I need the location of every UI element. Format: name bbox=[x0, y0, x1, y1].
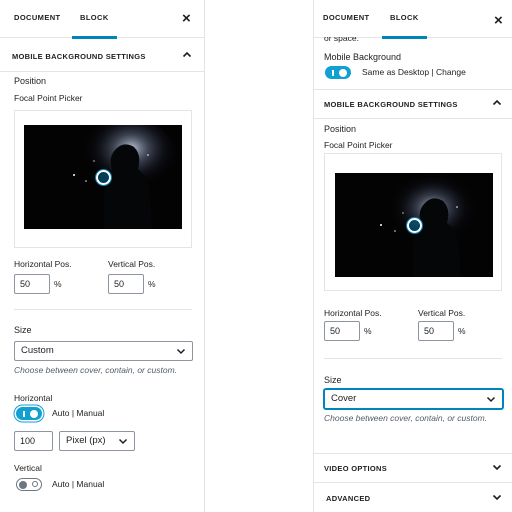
vertical-pos-input[interactable]: 50 bbox=[418, 321, 454, 341]
size-select[interactable]: Cover bbox=[324, 389, 503, 409]
size-help-text: Choose between cover, contain, or custom… bbox=[14, 365, 178, 375]
divider bbox=[14, 309, 192, 310]
horizontal-percent-unit: % bbox=[364, 326, 372, 336]
chevron-down-icon[interactable] bbox=[492, 492, 502, 502]
chevron-up-icon[interactable] bbox=[182, 50, 192, 60]
section-title: MOBILE BACKGROUND SETTINGS bbox=[324, 99, 458, 109]
close-icon[interactable]: × bbox=[494, 12, 503, 30]
vertical-pos-input[interactable]: 50 bbox=[108, 274, 144, 294]
unit-select-value: Pixel (px) bbox=[66, 435, 106, 446]
horizontal-size-input[interactable]: 100 bbox=[14, 431, 53, 451]
tab-document[interactable]: DOCUMENT bbox=[14, 0, 61, 38]
sidebar-tabs: DOCUMENT BLOCK × bbox=[314, 0, 512, 39]
toggle-on-indicator bbox=[23, 411, 25, 417]
chevron-down-icon bbox=[176, 346, 186, 356]
chevron-down-icon bbox=[486, 394, 496, 404]
horizontal-label: Horizontal bbox=[14, 393, 53, 403]
size-help-text: Choose between cover, contain, or custom… bbox=[324, 413, 488, 423]
tab-document[interactable]: DOCUMENT bbox=[323, 0, 370, 38]
toggle-knob bbox=[19, 480, 27, 489]
horizontal-percent-unit: % bbox=[54, 279, 62, 289]
focal-point-picker[interactable] bbox=[324, 153, 502, 291]
focal-point-handle[interactable] bbox=[406, 217, 422, 233]
toggle-knob bbox=[339, 69, 347, 77]
position-label: Position bbox=[324, 124, 357, 134]
toggle-off-indicator bbox=[32, 481, 38, 487]
toggle-on-indicator bbox=[332, 70, 334, 76]
horizontal-auto-manual-toggle[interactable] bbox=[16, 407, 42, 420]
size-label: Size bbox=[14, 325, 32, 335]
size-select-value: Cover bbox=[331, 393, 357, 404]
vertical-pos-label: Vertical Pos. bbox=[418, 308, 466, 318]
toggle-knob bbox=[30, 410, 38, 418]
position-label: Position bbox=[14, 76, 47, 86]
block-settings-panel-right: DOCUMENT BLOCK × or space. Mobile Backgr… bbox=[313, 0, 512, 512]
mobile-background-settings-header[interactable]: MOBILE BACKGROUND SETTINGS bbox=[0, 42, 204, 72]
tab-block[interactable]: BLOCK bbox=[72, 0, 117, 39]
mobile-background-label: Mobile Background bbox=[324, 52, 402, 62]
focal-point-picker-label: Focal Point Picker bbox=[14, 93, 83, 103]
focal-point-picker[interactable] bbox=[14, 110, 192, 248]
mobile-background-settings-header[interactable]: MOBILE BACKGROUND SETTINGS bbox=[314, 89, 512, 119]
horizontal-pos-label: Horizontal Pos. bbox=[324, 308, 382, 318]
vertical-label: Vertical bbox=[14, 463, 42, 473]
vertical-toggle-label: Auto | Manual bbox=[52, 479, 105, 489]
section-title: VIDEO OPTIONS bbox=[324, 463, 388, 473]
horizontal-pos-label: Horizontal Pos. bbox=[14, 259, 72, 269]
mobile-background-toggle-label: Same as Desktop | Change bbox=[362, 67, 466, 77]
size-select[interactable]: Custom bbox=[14, 341, 193, 361]
vertical-auto-manual-toggle[interactable] bbox=[16, 478, 42, 491]
unit-select[interactable]: Pixel (px) bbox=[59, 431, 135, 451]
vertical-percent-unit: % bbox=[458, 326, 466, 336]
tab-block[interactable]: BLOCK bbox=[382, 0, 427, 39]
chevron-down-icon bbox=[118, 436, 128, 446]
mobile-background-toggle[interactable] bbox=[325, 66, 351, 79]
vertical-percent-unit: % bbox=[148, 279, 156, 289]
horizontal-pos-input[interactable]: 50 bbox=[14, 274, 50, 294]
chevron-up-icon[interactable] bbox=[492, 98, 502, 108]
size-label: Size bbox=[324, 375, 342, 385]
advanced-header[interactable]: ADVANCED bbox=[314, 484, 512, 512]
size-select-value: Custom bbox=[21, 345, 54, 356]
horizontal-pos-input[interactable]: 50 bbox=[324, 321, 360, 341]
focal-point-handle[interactable] bbox=[95, 169, 111, 185]
vertical-pos-label: Vertical Pos. bbox=[108, 259, 156, 269]
sidebar-tabs: DOCUMENT BLOCK × bbox=[0, 0, 204, 39]
section-title: ADVANCED bbox=[326, 494, 371, 503]
close-icon[interactable]: × bbox=[182, 10, 191, 28]
horizontal-toggle-label: Auto | Manual bbox=[52, 408, 105, 418]
chevron-down-icon[interactable] bbox=[492, 462, 502, 472]
video-options-header[interactable]: VIDEO OPTIONS bbox=[314, 453, 512, 483]
divider bbox=[324, 358, 502, 359]
focal-point-picker-label: Focal Point Picker bbox=[324, 140, 393, 150]
section-title: MOBILE BACKGROUND SETTINGS bbox=[12, 52, 146, 61]
block-settings-panel-left: DOCUMENT BLOCK × MOBILE BACKGROUND SETTI… bbox=[0, 0, 205, 512]
